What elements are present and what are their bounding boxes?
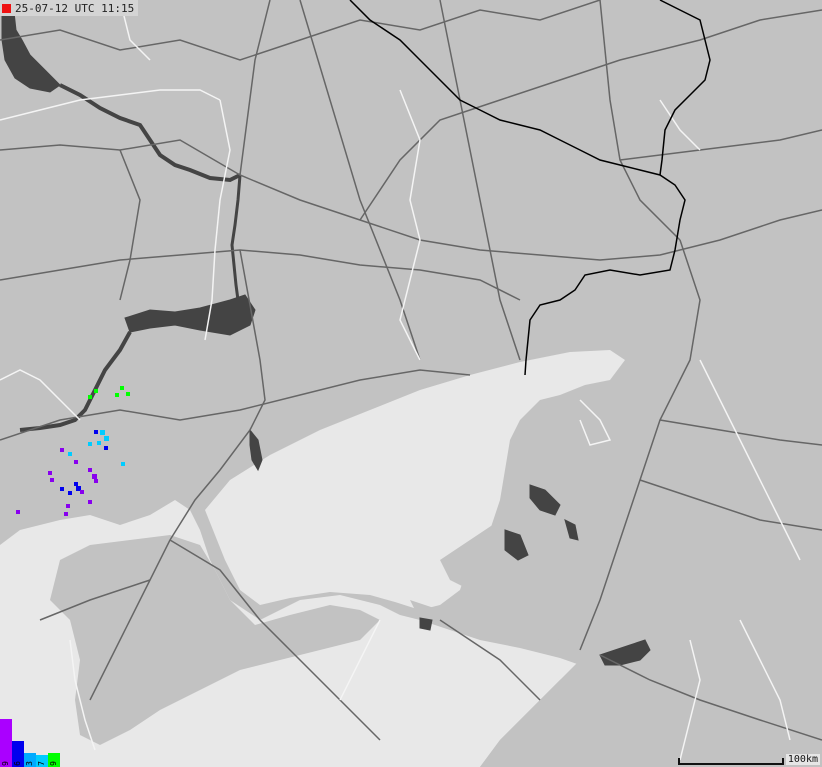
- timestamp-badge: 25-07-12 UTC 11:15: [0, 0, 139, 16]
- legend-label-1: 9: [1, 761, 10, 766]
- scale-label: 100km: [785, 754, 820, 765]
- timestamp-text: 25-07-12 UTC 11:15: [15, 1, 135, 15]
- legend-bar-2: 6: [12, 741, 24, 767]
- legend-bar-5: 9: [48, 753, 60, 767]
- lightning-overlay: [16, 386, 130, 516]
- legend-label-4: 7: [37, 761, 46, 766]
- stroke-count-legend: 9 6 3 7 9: [0, 719, 60, 767]
- legend-label-5: 9: [49, 761, 58, 766]
- map-canvas[interactable]: 25-07-12 UTC 11:15 9 6 3 7 9 100km: [0, 0, 822, 767]
- scale-bar: 100km: [677, 754, 820, 765]
- scale-line: [677, 758, 784, 765]
- legend-bar-3: 3: [24, 753, 36, 767]
- timestamp-marker-icon: [2, 3, 11, 13]
- lightning-strokes-green: [88, 386, 130, 399]
- legend-bar-1: 9: [0, 719, 12, 767]
- legend-label-2: 6: [13, 761, 22, 766]
- lightning-strokes-violet: [16, 448, 98, 516]
- legend-label-3: 3: [25, 761, 34, 766]
- lightning-strokes-blue: [60, 430, 108, 495]
- legend-bar-4: 7: [36, 755, 48, 767]
